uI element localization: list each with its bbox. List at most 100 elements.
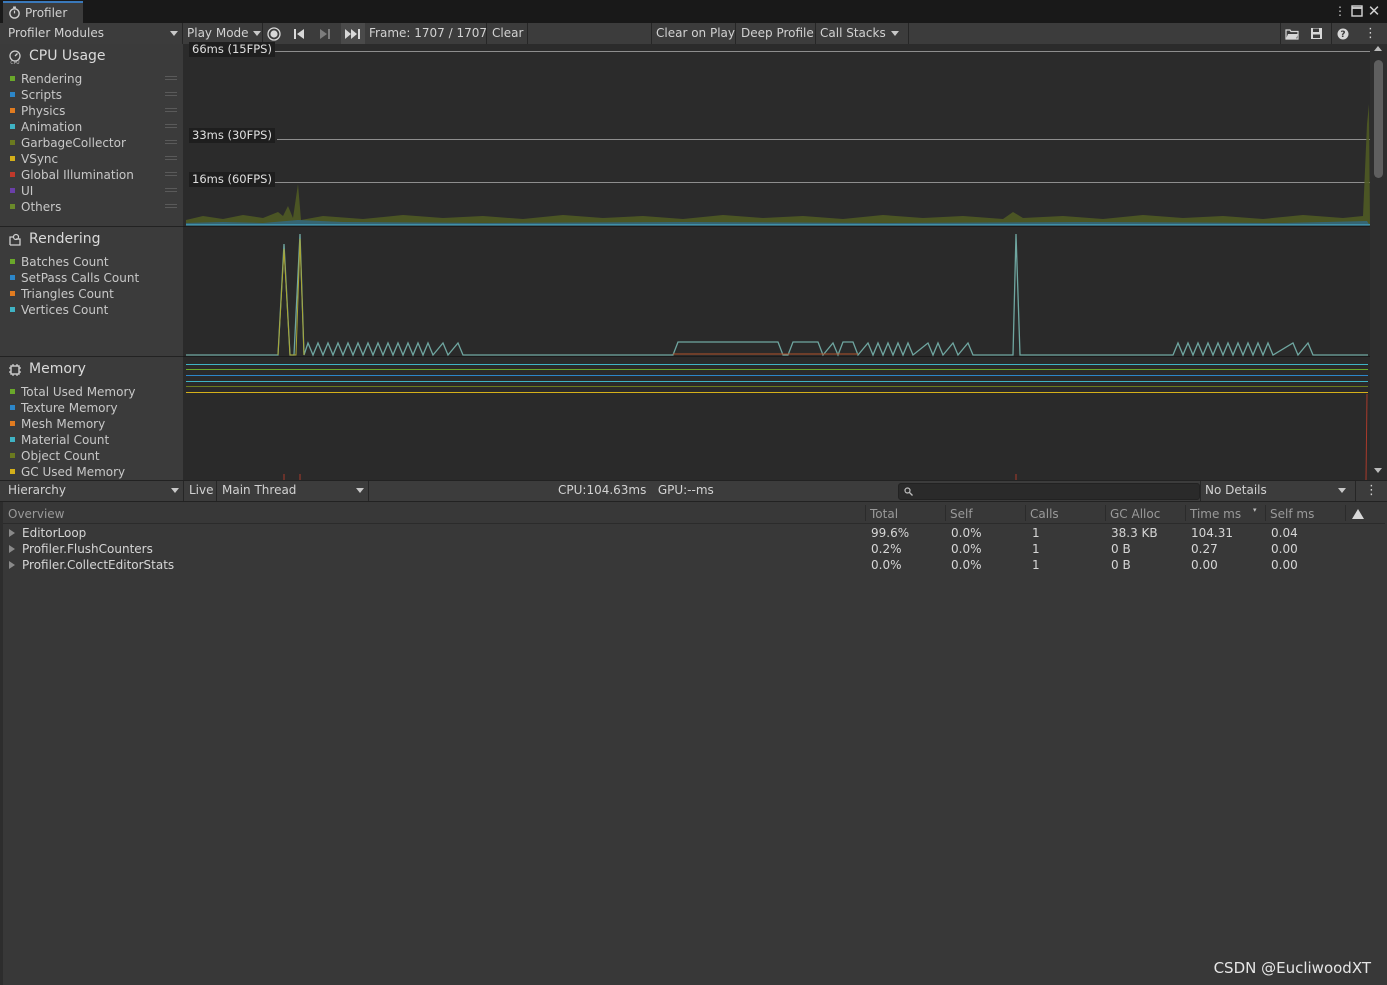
search-icon <box>904 487 913 496</box>
legend-label: Vertices Count <box>21 303 109 317</box>
scrollbar-thumb[interactable] <box>1374 60 1383 178</box>
details-select-label: No Details <box>1205 483 1267 497</box>
column-self-ms[interactable]: Self ms <box>1270 503 1314 523</box>
drag-handle-icon[interactable] <box>165 92 177 96</box>
divider <box>1355 481 1356 501</box>
legend-label: Mesh Memory <box>21 417 106 431</box>
maximize-icon[interactable] <box>1349 3 1365 19</box>
deep-profile-toggle[interactable]: Deep Profile <box>741 23 814 44</box>
row-self: 0.0% <box>951 558 982 572</box>
divider <box>1185 505 1186 521</box>
scroll-down-icon[interactable] <box>1374 468 1382 473</box>
column-overview[interactable]: Overview <box>8 503 65 523</box>
thread-label: Main Thread <box>222 483 297 497</box>
expand-arrow-icon[interactable] <box>9 561 15 569</box>
drag-handle-icon[interactable] <box>165 172 177 176</box>
chevron-down-icon <box>252 31 261 36</box>
charts-scrollbar[interactable] <box>1370 44 1387 480</box>
legend-color-swatch <box>10 172 15 177</box>
details-dropdown[interactable]: No Details <box>1205 481 1347 501</box>
row-name: Profiler.FlushCounters <box>22 542 153 556</box>
scroll-up-icon[interactable] <box>1374 46 1382 51</box>
table-row[interactable]: Profiler.CollectEditorStats 0.0% 0.0% 1 0 B 0… <box>3 557 1385 573</box>
previous-frame-button[interactable] <box>293 23 309 44</box>
call-stacks-dropdown[interactable] <box>891 23 905 44</box>
row-gc-alloc: 0 B <box>1111 558 1131 572</box>
divider <box>1105 505 1106 521</box>
legend-label: Total Used Memory <box>21 385 136 399</box>
save-button[interactable] <box>1310 23 1328 44</box>
current-frame-button[interactable] <box>341 23 365 44</box>
legend-color-swatch <box>10 307 15 312</box>
column-time-ms[interactable]: Time ms <box>1190 503 1241 523</box>
legend-label: UI <box>21 184 34 198</box>
view-type-dropdown[interactable]: Hierarchy <box>8 481 180 501</box>
legend-color-swatch <box>10 389 15 394</box>
column-total[interactable]: Total <box>870 503 898 523</box>
cpu-usage-title: CPU Usage <box>29 48 106 64</box>
record-button[interactable] <box>267 23 285 44</box>
record-icon <box>267 27 281 41</box>
row-gc-alloc: 38.3 KB <box>1111 526 1158 540</box>
rendering-title: Rendering <box>29 231 101 247</box>
search-input[interactable] <box>898 483 1200 500</box>
expand-arrow-icon[interactable] <box>9 545 15 553</box>
legend-label: Global Illumination <box>21 168 134 182</box>
drag-handle-icon[interactable] <box>165 188 177 192</box>
call-stacks-toggle[interactable]: Call Stacks <box>820 23 886 44</box>
chevron-down-icon <box>1338 488 1346 493</box>
divider <box>1200 481 1201 501</box>
legend-label: Texture Memory <box>21 401 118 415</box>
load-button[interactable] <box>1285 23 1303 44</box>
fps-line-label-30: 33ms (30FPS) <box>189 128 275 143</box>
drag-handle-icon[interactable] <box>165 140 177 144</box>
help-button[interactable]: ? <box>1337 23 1351 44</box>
legend-label: Object Count <box>21 449 100 463</box>
drag-handle-icon[interactable] <box>165 124 177 128</box>
expand-arrow-icon[interactable] <box>9 529 15 537</box>
column-calls[interactable]: Calls <box>1030 503 1059 523</box>
live-toggle[interactable]: Live <box>189 481 214 501</box>
row-calls: 1 <box>1032 526 1040 540</box>
drag-handle-icon[interactable] <box>165 156 177 160</box>
stopwatch-icon <box>9 6 20 19</box>
help-icon: ? <box>1337 28 1349 40</box>
drag-handle-icon[interactable] <box>165 204 177 208</box>
column-gc-alloc[interactable]: GC Alloc <box>1110 503 1160 523</box>
row-name: Profiler.CollectEditorStats <box>22 558 175 572</box>
warning-column-icon[interactable] <box>1352 509 1364 519</box>
profiler-modules-dropdown[interactable]: Profiler Modules <box>8 23 180 44</box>
divider <box>1345 505 1346 521</box>
profiler-charts-area[interactable]: 66ms (15FPS) 33ms (30FPS) 16ms (60FPS) <box>183 42 1370 480</box>
divider <box>486 23 487 44</box>
drag-handle-icon[interactable] <box>165 108 177 112</box>
next-frame-button[interactable] <box>319 23 335 44</box>
legend-color-swatch <box>10 76 15 81</box>
window-title-bar: Profiler ⋮ ✕ <box>0 0 1387 24</box>
legend-color-swatch <box>10 92 15 97</box>
toolbar-menu-icon[interactable]: ⋮ <box>1364 23 1377 44</box>
details-menu-icon[interactable]: ⋮ <box>1365 481 1378 501</box>
clear-button[interactable]: Clear <box>492 23 523 44</box>
details-toolbar: Hierarchy Live Main Thread CPU:104.63ms … <box>0 480 1387 502</box>
table-row[interactable]: Profiler.FlushCounters 0.2% 0.0% 1 0 B 0.27 0.… <box>3 541 1385 557</box>
play-mode-dropdown[interactable]: Play Mode <box>187 23 261 44</box>
column-self[interactable]: Self <box>950 503 973 523</box>
divider <box>262 23 263 44</box>
chevron-down-icon <box>170 31 178 36</box>
cpu-icon: CPU <box>9 50 21 64</box>
tab-profiler[interactable]: Profiler <box>3 1 83 23</box>
row-self: 0.0% <box>951 542 982 556</box>
table-row[interactable]: EditorLoop 99.6% 0.0% 1 38.3 KB 104.31 0.04 <box>3 525 1385 541</box>
legend-label: Physics <box>21 104 66 118</box>
memory-chip-icon <box>9 364 21 376</box>
close-icon[interactable]: ✕ <box>1366 3 1382 19</box>
drag-handle-icon[interactable] <box>165 76 177 80</box>
save-icon <box>1311 28 1322 39</box>
row-time-ms: 104.31 <box>1191 526 1233 540</box>
fps-line-label-15: 66ms (15FPS) <box>189 42 275 57</box>
chevron-down-icon <box>356 488 364 493</box>
more-options-icon[interactable]: ⋮ <box>1332 3 1348 19</box>
thread-dropdown[interactable]: Main Thread <box>222 481 365 501</box>
clear-on-play-toggle[interactable]: Clear on Play <box>656 23 735 44</box>
